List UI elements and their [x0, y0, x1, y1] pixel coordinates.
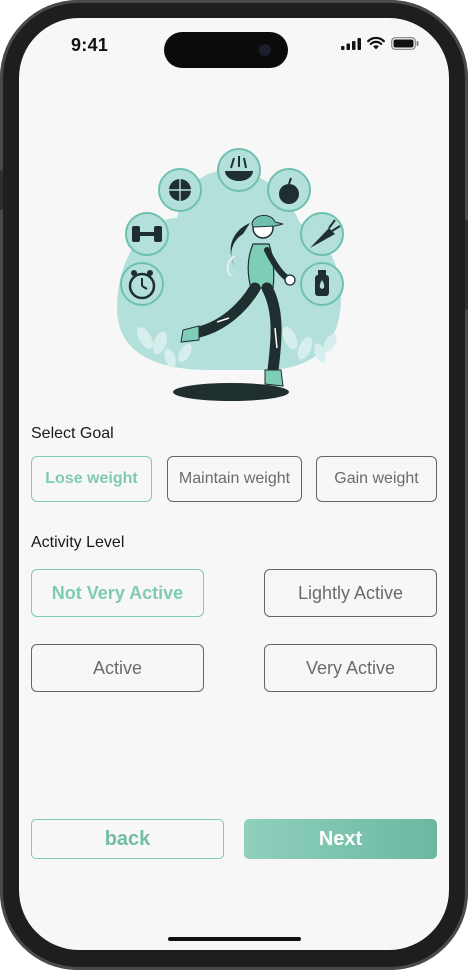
goal-option-lose-weight[interactable]: Lose weight — [31, 456, 152, 502]
camera-icon — [259, 44, 271, 56]
apple-icon — [267, 168, 311, 212]
activity-option-lightly-active[interactable]: Lightly Active — [264, 569, 437, 617]
dumbbell-icon — [125, 212, 169, 256]
home-indicator[interactable] — [168, 937, 301, 941]
water-bottle-icon — [300, 262, 344, 306]
signal-icon — [341, 37, 361, 50]
status-time: 9:41 — [71, 35, 109, 55]
fitness-illustration — [117, 148, 344, 401]
goal-option-gain-weight[interactable]: Gain weight — [316, 456, 437, 502]
activity-option-active[interactable]: Active — [31, 644, 204, 692]
activity-option-very-active[interactable]: Very Active — [264, 644, 437, 692]
activity-option-not-very-active[interactable]: Not Very Active — [31, 569, 204, 617]
side-button — [0, 170, 3, 210]
activity-level-label: Activity Level — [31, 534, 125, 551]
back-button[interactable]: back — [31, 819, 224, 859]
clock-icon — [120, 262, 164, 306]
carrot-icon — [300, 212, 344, 256]
goal-option-maintain-weight[interactable]: Maintain weight — [167, 456, 302, 502]
wifi-icon — [367, 37, 385, 50]
status-icons — [341, 37, 419, 50]
salad-bowl-icon — [217, 148, 261, 192]
basketball-icon — [158, 168, 202, 212]
dynamic-island — [164, 32, 288, 68]
app-screen: 9:41 Select Goal Lose weight Maintain we… — [19, 18, 449, 950]
battery-icon — [391, 37, 419, 50]
select-goal-label: Select Goal — [31, 425, 114, 442]
next-button[interactable]: Next — [244, 819, 437, 859]
